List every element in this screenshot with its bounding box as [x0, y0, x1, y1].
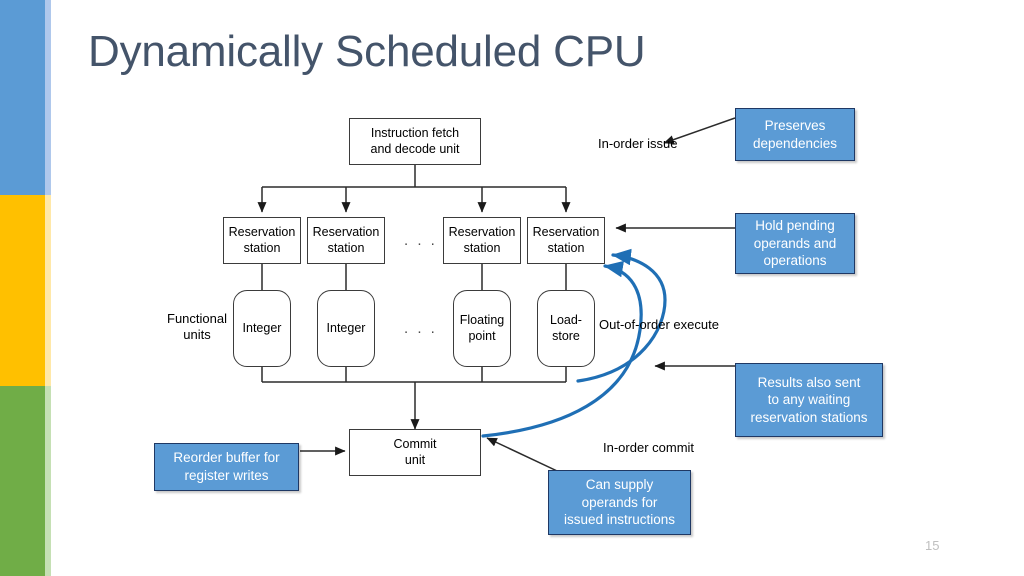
functional-unit-floating-point: Floating point [453, 290, 511, 367]
reservation-station-ellipsis: . . . [404, 232, 438, 249]
stripe-band-green [0, 386, 45, 576]
callout-can-supply-operands: Can supply operands for issued instructi… [548, 470, 691, 535]
functional-units-label: Functional units [167, 311, 227, 342]
reservation-station-1: Reservation station [223, 217, 301, 264]
commit-unit: Commit unit [349, 429, 481, 476]
slide-canvas: Dynamically Scheduled CPU Instruction fe… [0, 0, 1024, 576]
functional-unit-load-store: Load- store [537, 290, 595, 367]
callout-hold-pending-operands: Hold pending operands and operations [735, 213, 855, 274]
callout-reorder-buffer: Reorder buffer for register writes [154, 443, 299, 491]
stripe-band-blue [0, 0, 45, 195]
functional-unit-integer-1: Integer [233, 290, 291, 367]
page-number: 15 [925, 538, 940, 553]
page-title: Dynamically Scheduled CPU [88, 27, 646, 76]
stripe-glow-yellow [45, 195, 51, 386]
annotation-in-order-commit: In-order commit [603, 440, 695, 455]
stripe-glow-green [45, 386, 51, 576]
stripe-glow-blue [45, 0, 51, 195]
annotation-in-order-issue: In-order issue [598, 136, 678, 151]
annotation-out-of-order-execute: Out-of-order execute [599, 317, 719, 332]
functional-unit-integer-2: Integer [317, 290, 375, 367]
reservation-station-4: Reservation station [527, 217, 605, 264]
callout-preserves-dependencies: Preserves dependencies [735, 108, 855, 161]
callout-results-also-sent: Results also sent to any waiting reserva… [735, 363, 883, 437]
reservation-station-2: Reservation station [307, 217, 385, 264]
stripe-band-yellow [0, 195, 45, 386]
reservation-station-3: Reservation station [443, 217, 521, 264]
functional-unit-ellipsis: . . . [404, 320, 438, 337]
instruction-fetch-decode-unit: Instruction fetch and decode unit [349, 118, 481, 165]
